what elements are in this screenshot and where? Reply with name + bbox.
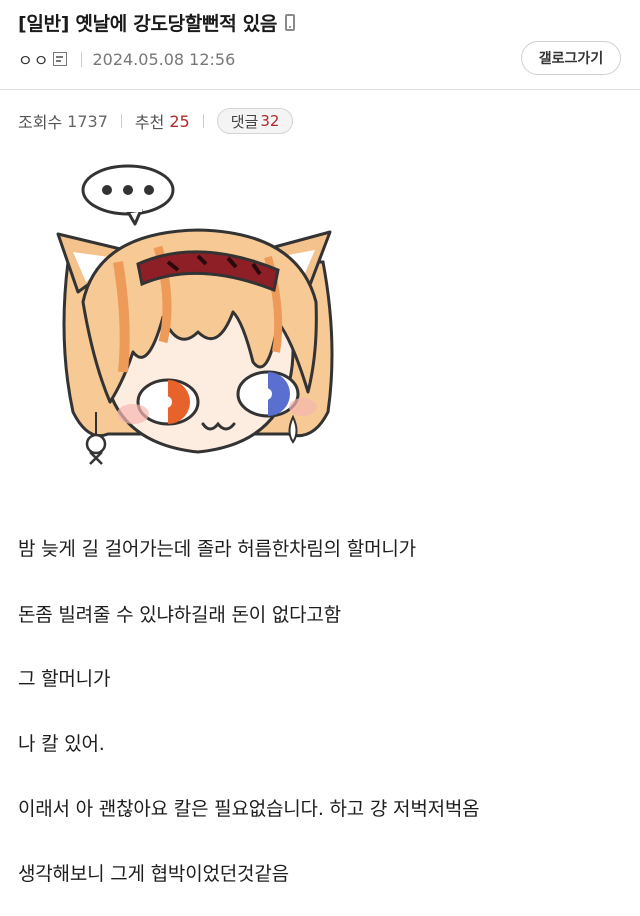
comments-button[interactable]: 댓글 32 [216,108,294,134]
speech-bubble-icon [81,164,175,226]
post-header: [일반] 옛날에 강도당할뻔적 있음 ㅇㅇ 2024.05.08 12:56 갤… [0,0,640,90]
post-body-line: 이래서 아 괜찮아요 칼은 필요없습니다. 하고 걍 저벅저벅옴 [18,798,480,820]
post-title: [일반] 옛날에 강도당할뻔적 있음 [18,9,296,36]
eye-right-icon [236,370,300,418]
comments-count: 32 [260,112,280,130]
post-stats: 조회수 1737 추천 25 댓글 32 [18,108,294,134]
author-name[interactable]: ㅇㅇ [18,47,49,71]
views-label: 조회수 [18,113,63,132]
mobile-phone-icon [285,14,296,31]
stats-divider [202,114,204,128]
comments-label: 댓글 [230,112,259,131]
post-body-line: 밤 늦게 길 걸어가는데 졸라 허름한차림의 할머니가 [18,538,416,560]
views-count: 1737 [67,111,108,131]
post-body-line: 나 칼 있어. [18,733,105,755]
post-title-text: [일반] 옛날에 강도당할뻔적 있음 [18,13,278,35]
gallog-button[interactable]: 갤로그가기 [521,41,621,75]
post-body-line: 그 할머니가 [18,668,111,690]
member-badge-icon [53,52,68,66]
stats-divider [120,114,122,128]
anime-cat-girl-image [56,164,334,465]
post-date: 2024.05.08 12:56 [92,49,236,69]
recommend-label: 추천 [134,113,165,132]
recommend-count: 25 [169,111,190,131]
post-body-line: 생각해보니 그게 협박이었던것같음 [18,863,289,885]
post-body-line: 돈좀 빌려줄 수 있냐하길래 돈이 없다고함 [18,604,341,626]
meta-divider [81,51,83,67]
post-meta: ㅇㅇ 2024.05.08 12:56 [18,47,235,71]
